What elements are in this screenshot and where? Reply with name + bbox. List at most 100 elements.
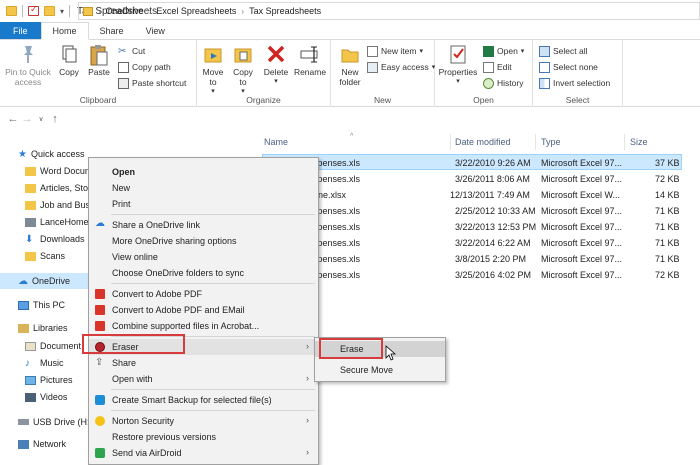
pin-label: Pin to Quick access [5, 67, 51, 87]
menu-item-open-with[interactable]: Open with › [89, 371, 318, 387]
table-row[interactable]: xpenses.xls 3/8/2015 2:20 PM Microsoft E… [262, 251, 682, 267]
paste-shortcut-button[interactable]: Paste shortcut [118, 76, 186, 90]
paste-button[interactable]: Paste [85, 43, 113, 77]
nav-item-lancehome[interactable]: LanceHome [25, 214, 89, 230]
rename-label: Rename [293, 67, 327, 77]
nav-item-pictures[interactable]: Pictures [25, 372, 73, 388]
breadcrumb-tax-spreadsheets[interactable]: Tax Spreadsheets [249, 6, 321, 16]
nav-item-music[interactable]: ♪ Music [25, 355, 64, 371]
nav-item-usb-drive[interactable]: USB Drive (H:) [18, 414, 93, 430]
properties-quick-icon[interactable] [28, 4, 39, 16]
folder-icon [6, 6, 17, 16]
invert-selection-button[interactable]: Invert selection [539, 76, 610, 90]
back-arrow-icon[interactable]: ← [6, 113, 20, 125]
menu-item-share[interactable]: ⇪ Share [89, 355, 318, 371]
nav-item-quick-access[interactable]: ★ Quick access [18, 146, 85, 162]
table-row[interactable]: xpenses.xls 3/26/2011 8:06 AM Microsoft … [262, 171, 682, 187]
file-date: 3/22/2013 12:53 PM [455, 222, 537, 232]
table-row[interactable]: xpenses.xls 3/25/2016 4:02 PM Microsoft … [262, 267, 682, 283]
rename-button[interactable]: Rename [294, 43, 326, 77]
nav-item-label: Libraries [33, 323, 68, 333]
column-divider[interactable] [450, 134, 451, 150]
address-bar[interactable]: › OneDrive › Excel Spreadsheets › Tax Sp… [78, 2, 700, 20]
tab-view[interactable]: View [135, 22, 176, 39]
file-type: Microsoft Excel 97... [541, 238, 623, 248]
properties-button[interactable]: Properties ▾ [439, 43, 477, 87]
column-divider[interactable] [624, 134, 625, 150]
move-to-button[interactable]: Move to ▾ [199, 43, 227, 97]
nav-item-job-and-business[interactable]: Job and Bus [25, 197, 90, 213]
tab-file[interactable]: File [0, 22, 41, 39]
nav-item-documents[interactable]: Document [25, 338, 81, 354]
file-size: 71 KB [655, 254, 680, 264]
column-header-type[interactable]: Type [541, 134, 561, 150]
menu-item-new[interactable]: New [89, 180, 318, 196]
nav-item-libraries[interactable]: Libraries [18, 320, 68, 336]
menu-item-convert-pdf[interactable]: Convert to Adobe PDF [89, 286, 318, 302]
select-none-button[interactable]: Select none [539, 60, 598, 74]
menu-item-combine-acrobat[interactable]: Combine supported files in Acrobat... [89, 318, 318, 334]
up-arrow-icon[interactable]: ↑ [48, 113, 62, 125]
tab-share[interactable]: Share [89, 22, 135, 39]
chevron-down-icon[interactable]: ▾ [60, 7, 64, 16]
nav-item-network[interactable]: Network [18, 436, 66, 452]
nav-item-downloads[interactable]: ⬇ Downloads [25, 231, 85, 247]
cut-button[interactable]: ✂ Cut [118, 44, 145, 58]
cloud-icon: ☁ [18, 275, 28, 287]
menu-item-more-sharing[interactable]: More OneDrive sharing options [89, 233, 318, 249]
nav-item-word-documents[interactable]: Word Docum [25, 163, 92, 179]
copy-path-button[interactable]: Copy path [118, 60, 171, 74]
chevron-down-icon[interactable]: ∨ [34, 115, 48, 123]
network-drive-icon [25, 217, 36, 227]
breadcrumb-excel-spreadsheets[interactable]: Excel Spreadsheets [156, 6, 236, 16]
menu-item-choose-folders[interactable]: Choose OneDrive folders to sync [89, 265, 318, 281]
column-divider[interactable] [535, 134, 536, 150]
new-folder-button[interactable]: New folder [335, 43, 365, 87]
menu-item-send-airdroid[interactable]: Send via AirDroid › [89, 445, 318, 461]
menu-item-view-online[interactable]: View online [89, 249, 318, 265]
table-row[interactable]: xpenses.xls 3/22/2014 6:22 AM Microsoft … [262, 235, 682, 251]
easy-access-button[interactable]: Easy access ▾ [367, 60, 435, 74]
tab-home[interactable]: Home [40, 22, 89, 40]
menu-item-open[interactable]: Open [89, 164, 318, 180]
open-group-label: Open [473, 95, 494, 105]
nav-item-scans[interactable]: Scans [25, 248, 65, 264]
column-header-date-modified[interactable]: Date modified [455, 134, 511, 150]
table-row[interactable]: xpenses.xls 2/25/2012 10:33 AM Microsoft… [262, 203, 682, 219]
open-button[interactable]: Open ▾ [483, 44, 524, 58]
menu-item-smart-backup[interactable]: Create Smart Backup for selected file(s) [89, 392, 318, 408]
new-item-button[interactable]: New item ▾ [367, 44, 423, 58]
table-row[interactable]: xpenses.xls 3/22/2013 12:53 PM Microsoft… [262, 219, 682, 235]
column-header-size[interactable]: Size [630, 134, 648, 150]
nav-item-this-pc[interactable]: This PC [18, 297, 65, 313]
select-all-button[interactable]: Select all [539, 44, 588, 58]
nav-item-label: Pictures [40, 375, 73, 385]
table-row[interactable]: xpenses.xls 3/22/2010 9:26 AM Microsoft … [262, 154, 682, 170]
copy-to-button[interactable]: Copy to ▾ [229, 43, 257, 97]
copy-button[interactable]: Copy [55, 43, 83, 77]
clipboard-group: Pin to Quick access Copy Paste ✂ Cut Cop… [0, 40, 197, 107]
breadcrumb-onedrive[interactable]: OneDrive [106, 6, 144, 16]
menu-item-convert-pdf-email[interactable]: Convert to Adobe PDF and EMail [89, 302, 318, 318]
history-button[interactable]: History [483, 76, 523, 90]
pin-icon [17, 43, 39, 65]
nav-item-label: OneDrive [32, 276, 71, 286]
chevron-down-icon: ▾ [274, 78, 278, 85]
delete-button[interactable]: Delete ▾ [262, 43, 290, 87]
menu-item-share-onedrive-link[interactable]: ☁ Share a OneDrive link [89, 217, 318, 233]
select-all-label: Select all [553, 46, 588, 56]
column-header-name[interactable]: Name [264, 134, 288, 150]
edit-button[interactable]: Edit [483, 60, 512, 74]
nav-item-articles[interactable]: Articles, Stor [25, 180, 91, 196]
menu-item-restore-versions[interactable]: Restore previous versions [89, 429, 318, 445]
table-row[interactable]: ne.xlsx 12/13/2011 7:49 AM Microsoft Exc… [262, 187, 682, 203]
pin-quick-access-button[interactable]: Pin to Quick access [3, 43, 53, 87]
file-type: Microsoft Excel 97... [541, 270, 623, 280]
nav-item-onedrive[interactable]: ☁ OneDrive [0, 273, 90, 289]
menu-item-norton-security[interactable]: Norton Security › [89, 413, 318, 429]
forward-arrow-icon[interactable]: → [20, 113, 34, 125]
menu-item-secure-move[interactable]: Secure Move [315, 362, 445, 378]
new-folder-quick-icon[interactable] [44, 6, 55, 16]
nav-item-videos[interactable]: Videos [25, 389, 67, 405]
menu-item-print[interactable]: Print [89, 196, 318, 212]
